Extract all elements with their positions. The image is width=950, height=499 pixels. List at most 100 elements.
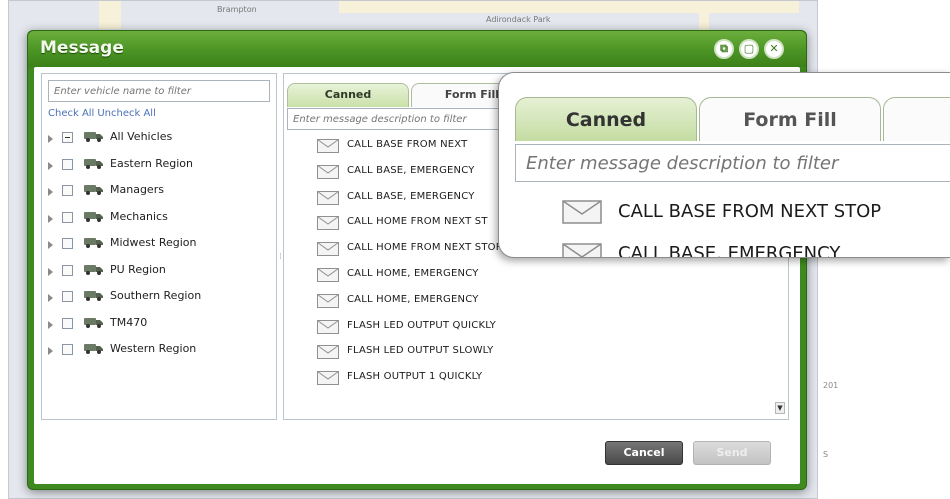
message-label: FLASH LED OUTPUT QUICKLY xyxy=(347,319,496,331)
vehicle-checkbox[interactable] xyxy=(62,344,73,355)
message-label: CALL HOME FROM NEXT STOP xyxy=(347,242,502,254)
vehicle-label: Southern Region xyxy=(110,289,202,302)
expand-arrow-icon[interactable] xyxy=(48,320,53,329)
truck-icon xyxy=(84,132,103,142)
minimize-icon[interactable]: ▢ xyxy=(739,39,759,59)
vehicle-tree-item[interactable]: Midwest Region xyxy=(48,233,268,260)
vehicle-tree-item[interactable]: All Vehicles xyxy=(48,127,268,154)
vehicle-tree-item[interactable]: Eastern Region xyxy=(48,154,268,181)
vehicle-label: Managers xyxy=(110,183,164,196)
envelope-icon xyxy=(317,216,339,231)
vehicle-tree-item[interactable]: Mechanics xyxy=(48,207,268,234)
callout-tab-canned[interactable]: Canned xyxy=(515,97,697,141)
vehicle-label: All Vehicles xyxy=(110,130,173,143)
callout-tab-form-fill[interactable]: Form Fill xyxy=(699,97,881,141)
vehicle-tree-item[interactable]: Managers xyxy=(48,180,268,207)
expand-arrow-icon[interactable] xyxy=(48,347,53,355)
expand-arrow-icon[interactable] xyxy=(48,135,53,143)
envelope-icon xyxy=(317,242,339,257)
envelope-icon xyxy=(317,164,339,179)
message-label: CALL BASE FROM NEXT xyxy=(347,139,468,150)
callout-message-label: CALL BASE FROM NEXT STOP xyxy=(618,201,882,222)
message-item[interactable]: FLASH LED OUTPUT QUICKLY xyxy=(317,317,757,343)
expand-arrow-icon[interactable] xyxy=(48,294,53,302)
vehicle-checkbox[interactable] xyxy=(62,238,73,249)
truck-icon xyxy=(84,158,103,169)
message-label: CALL HOME FROM NEXT ST xyxy=(347,216,488,228)
truck-icon xyxy=(84,344,103,354)
check-all-link[interactable]: Check All xyxy=(48,108,94,119)
envelope-icon xyxy=(317,190,339,205)
message-item[interactable]: CALL HOME, EMERGENCY xyxy=(317,291,757,317)
envelope-icon xyxy=(562,243,602,257)
expand-arrow-icon[interactable] xyxy=(48,267,53,276)
message-item[interactable]: FLASH OUTPUT 1 QUICKLY xyxy=(317,368,757,394)
envelope-icon xyxy=(562,200,602,224)
envelope-icon xyxy=(317,267,339,282)
vehicle-panel: Check AllUncheck All All Vehicles Eastern… xyxy=(41,73,277,420)
vehicle-label: Western Region xyxy=(110,342,197,355)
envelope-icon xyxy=(317,293,339,308)
map-road xyxy=(699,1,709,31)
vehicle-label: PU Region xyxy=(110,262,166,276)
vehicle-checkbox[interactable] xyxy=(62,317,73,329)
map-road xyxy=(99,1,121,29)
uncheck-all-link[interactable]: Uncheck All xyxy=(97,108,156,119)
map-label: Brampton xyxy=(217,5,257,14)
vehicle-tree-item[interactable]: Western Region xyxy=(48,339,268,366)
vehicle-checkbox[interactable] xyxy=(62,291,73,302)
vehicle-checkbox[interactable] xyxy=(62,185,73,196)
vehicle-label: Midwest Region xyxy=(110,236,197,249)
map-edge-text: S xyxy=(823,450,829,459)
vehicle-checkbox[interactable] xyxy=(62,132,73,143)
callout-message-filter-input[interactable] xyxy=(515,144,950,182)
truck-icon xyxy=(84,211,103,222)
truck-icon xyxy=(84,317,103,328)
message-label: FLASH OUTPUT 1 QUICKLY xyxy=(347,371,483,383)
zoom-callout: Canned Form Fill Fr CALL BASE FROM NEXT … xyxy=(498,72,950,258)
message-label: CALL HOME, EMERGENCY xyxy=(347,293,479,305)
expand-arrow-icon[interactable] xyxy=(48,214,53,223)
expand-arrow-icon[interactable] xyxy=(48,241,53,249)
close-icon[interactable]: ✕ xyxy=(764,39,784,59)
callout-tab-third[interactable]: Fr xyxy=(883,97,950,141)
truck-icon xyxy=(84,264,103,275)
message-label: CALL BASE, EMERGENCY xyxy=(347,164,475,176)
message-item[interactable]: CALL HOME, EMERGENCY xyxy=(317,265,757,291)
panel-splitter[interactable]: ⁞ xyxy=(279,252,282,262)
send-button[interactable]: Send xyxy=(693,441,771,465)
message-label: CALL HOME, EMERGENCY xyxy=(347,267,479,279)
envelope-icon xyxy=(317,319,339,334)
dialog-titlebar[interactable]: Message ⧉ ▢ ✕ xyxy=(28,31,806,67)
message-filter-input[interactable] xyxy=(287,108,517,130)
vehicle-label: Eastern Region xyxy=(110,156,193,170)
vehicle-tree-item[interactable]: Southern Region xyxy=(48,286,268,313)
expand-arrow-icon[interactable] xyxy=(48,188,53,196)
truck-icon xyxy=(84,291,103,301)
dialog-title: Message xyxy=(40,38,124,58)
vehicle-filter-input[interactable] xyxy=(48,80,270,102)
vehicle-checkbox[interactable] xyxy=(62,158,73,170)
vehicle-checkbox[interactable] xyxy=(62,264,73,276)
callout-message-partial-label: CALL BASE, EMERGENCY xyxy=(618,243,841,258)
truck-icon xyxy=(84,238,103,248)
scroll-down-arrow-icon[interactable]: ▼ xyxy=(775,402,785,414)
restore-icon[interactable]: ⧉ xyxy=(714,39,734,59)
vehicle-tree-item[interactable]: PU Region xyxy=(48,260,268,287)
message-label: CALL BASE, EMERGENCY xyxy=(347,190,475,202)
envelope-icon xyxy=(317,345,339,360)
envelope-icon xyxy=(317,371,339,386)
vehicle-tree-item[interactable]: TM470 xyxy=(48,313,268,340)
truck-icon xyxy=(84,185,103,195)
vehicle-label: TM470 xyxy=(110,315,148,329)
message-label: FLASH LED OUTPUT SLOWLY xyxy=(347,345,494,357)
message-item[interactable]: FLASH LED OUTPUT SLOWLY xyxy=(317,342,757,368)
map-road xyxy=(339,1,799,13)
tab-canned[interactable]: Canned xyxy=(287,83,409,107)
map-label: Adirondack Park xyxy=(486,15,551,24)
vehicle-checkbox[interactable] xyxy=(62,211,73,223)
vehicle-label: Mechanics xyxy=(110,209,168,223)
expand-arrow-icon[interactable] xyxy=(48,161,53,170)
check-links: Check All Uncheck All xyxy=(48,108,159,119)
cancel-button[interactable]: Cancel xyxy=(605,441,683,465)
